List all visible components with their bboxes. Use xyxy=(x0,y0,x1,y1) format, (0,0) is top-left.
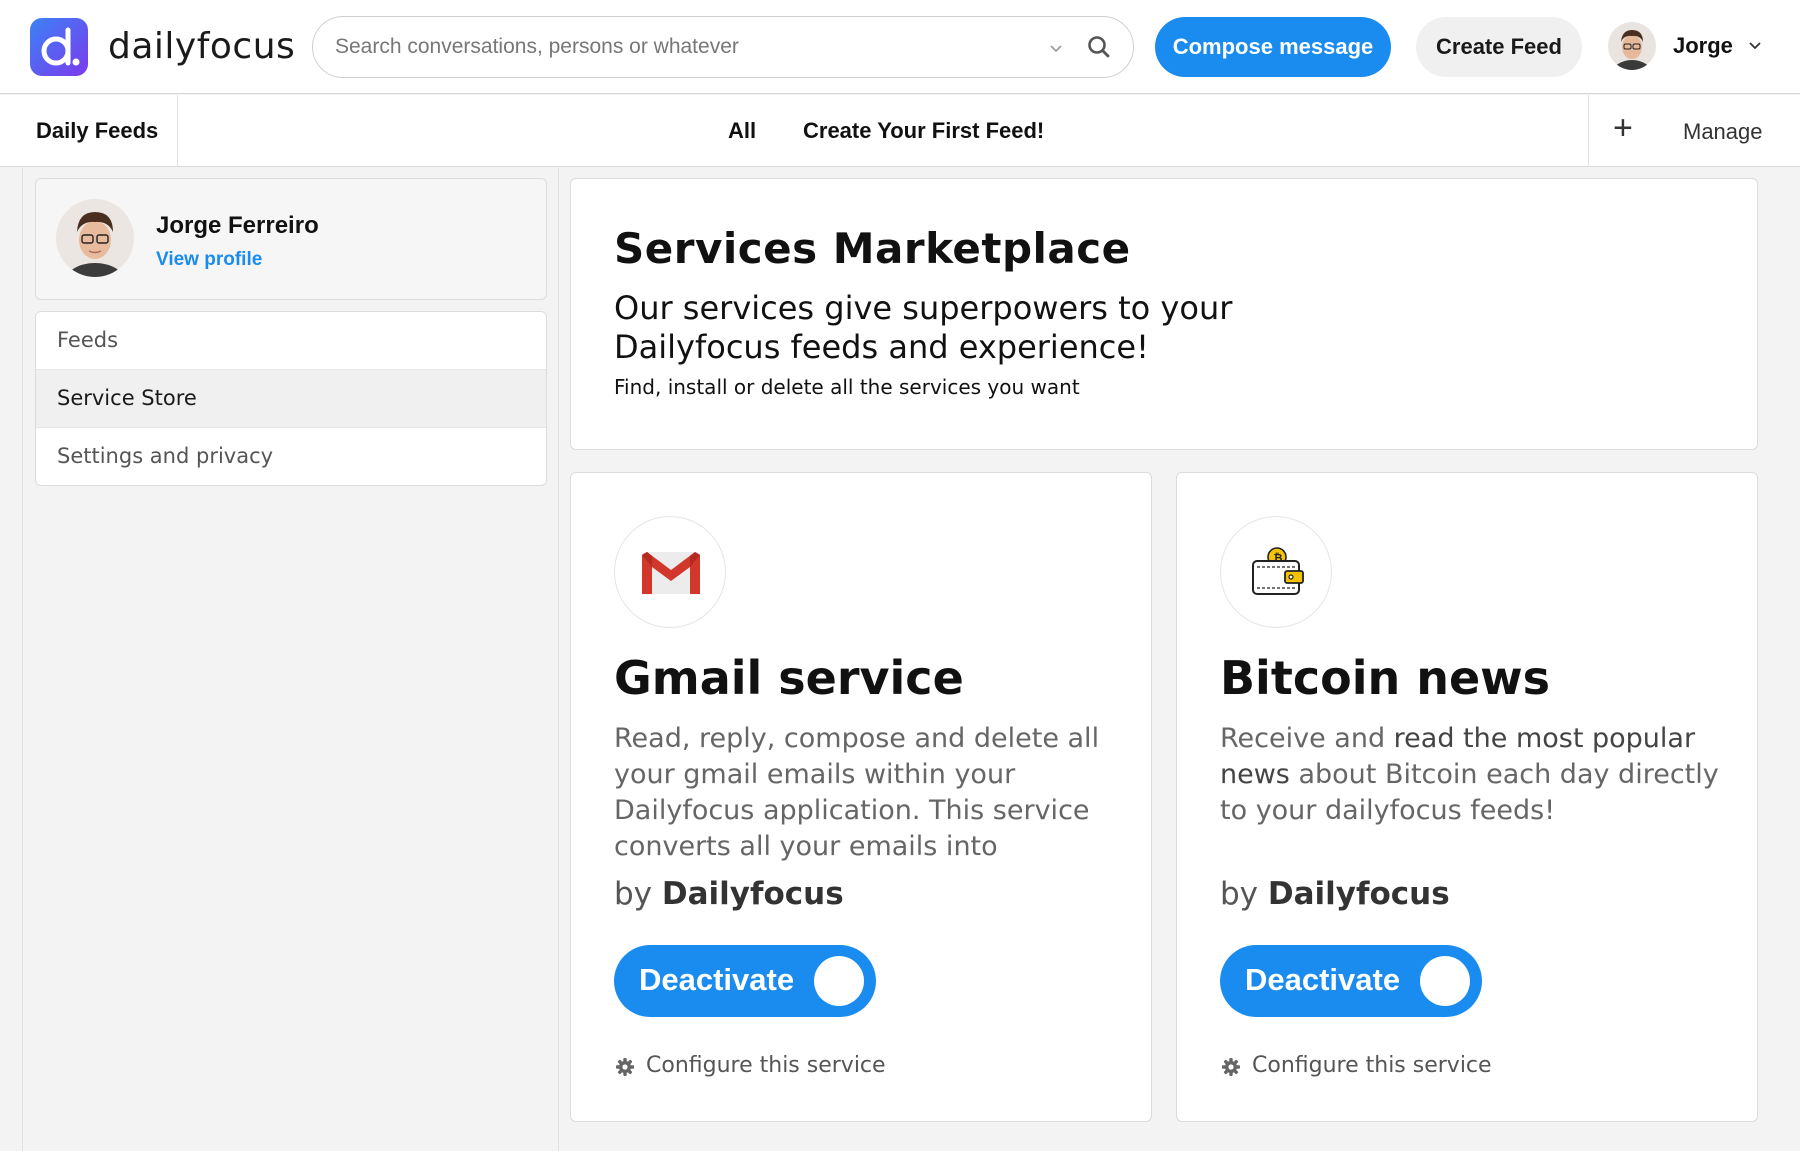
page-title: Services Marketplace xyxy=(614,224,1131,273)
view-profile-link[interactable]: View profile xyxy=(156,249,262,271)
chevron-down-icon[interactable] xyxy=(1746,36,1764,54)
toggle-label: Deactivate xyxy=(1245,962,1401,997)
deactivate-toggle[interactable]: Deactivate xyxy=(614,945,876,1017)
toggle-knob xyxy=(1420,956,1470,1006)
service-title: Bitcoin news xyxy=(1220,651,1551,705)
by-prefix: by xyxy=(614,876,653,912)
user-name[interactable]: Jorge xyxy=(1673,33,1733,59)
divider xyxy=(22,168,23,1151)
profile-name: Jorge Ferreiro xyxy=(156,212,319,239)
configure-label: Configure this service xyxy=(646,1053,886,1078)
tab-all[interactable]: All xyxy=(728,118,756,144)
sidebar-menu: Feeds Service Store Settings and privacy xyxy=(35,311,547,486)
search-icon[interactable] xyxy=(1085,33,1113,61)
logo-icon[interactable] xyxy=(30,18,88,76)
add-icon[interactable]: + xyxy=(1613,111,1633,145)
page-description: Find, install or delete all the services… xyxy=(614,375,1080,399)
gmail-icon xyxy=(614,516,726,628)
sidebar-item-label: Service Store xyxy=(57,386,197,410)
service-title: Gmail service xyxy=(614,651,964,705)
configure-label: Configure this service xyxy=(1252,1053,1492,1078)
sidebar-item-feeds[interactable]: Feeds xyxy=(36,312,546,370)
sidebar-item-label: Feeds xyxy=(57,328,119,352)
daily-feeds-label: Daily Feeds xyxy=(36,118,159,143)
avatar[interactable] xyxy=(1608,22,1656,70)
sidebar-item-service-store[interactable]: Service Store xyxy=(36,370,546,428)
search-bar[interactable] xyxy=(312,16,1134,78)
service-card-gmail: Gmail service Read, reply, compose and d… xyxy=(570,472,1152,1122)
chevron-down-icon[interactable] xyxy=(1045,37,1067,59)
toggle-label: Deactivate xyxy=(639,962,795,997)
create-feed-button[interactable]: Create Feed xyxy=(1416,17,1582,77)
daily-feeds-tab[interactable]: Daily Feeds xyxy=(0,95,178,167)
search-input[interactable] xyxy=(335,31,1015,63)
service-description: Read, reply, compose and delete all your… xyxy=(614,723,1100,862)
service-author: by Dailyfocus xyxy=(1220,876,1450,912)
service-description-part: about Bitcoin each day directly to your … xyxy=(1220,759,1719,826)
sidebar-item-settings-and-privacy[interactable]: Settings and privacy xyxy=(36,428,546,485)
marketplace-header-card: Services Marketplace Our services give s… xyxy=(570,178,1758,450)
profile-card: Jorge Ferreiro View profile xyxy=(35,178,547,300)
top-bar: dailyfocus Compose message Create Feed J… xyxy=(0,0,1800,94)
feed-nav-bar: Daily Feeds All Create Your First Feed! … xyxy=(0,95,1800,167)
deactivate-toggle[interactable]: Deactivate xyxy=(1220,945,1482,1017)
author-name: Dailyfocus xyxy=(1267,876,1450,912)
divider xyxy=(558,168,559,1151)
compose-message-button[interactable]: Compose message xyxy=(1155,17,1391,77)
gear-icon xyxy=(616,1058,634,1076)
app-name[interactable]: dailyfocus xyxy=(108,26,295,67)
avatar[interactable] xyxy=(56,199,134,277)
bitcoin-wallet-icon: ₿ xyxy=(1220,516,1332,628)
tab-create-first-feed[interactable]: Create Your First Feed! xyxy=(803,118,1044,144)
sidebar-item-label: Settings and privacy xyxy=(57,444,274,468)
service-author: by Dailyfocus xyxy=(614,876,844,912)
service-description: Receive and read the most popular news a… xyxy=(1220,721,1720,863)
service-description-part: Receive and xyxy=(1220,723,1394,754)
service-card-bitcoin-news: ₿ Bitcoin news Receive and read the most… xyxy=(1176,472,1758,1122)
author-name: Dailyfocus xyxy=(661,876,844,912)
toggle-knob xyxy=(814,956,864,1006)
page-subtitle: Our services give superpowers to your Da… xyxy=(614,289,1233,366)
by-prefix: by xyxy=(1220,876,1259,912)
manage-link[interactable]: Manage xyxy=(1683,119,1763,145)
gear-icon xyxy=(1222,1058,1240,1076)
feed-actions: + Manage xyxy=(1588,95,1800,167)
